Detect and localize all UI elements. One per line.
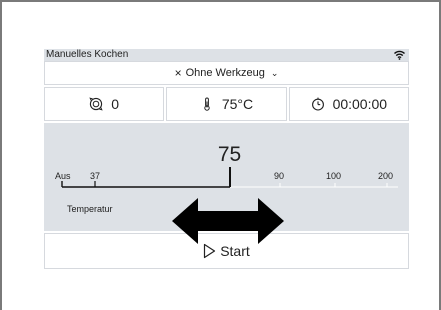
parameter-row: 0 75°C 00:00:00 [44, 87, 409, 121]
rotation-icon [89, 97, 103, 111]
tool-selector[interactable]: × Ohne Werkzeug ⌄ [44, 61, 409, 85]
timer-value: 00:00:00 [332, 96, 388, 112]
tick-label-aus: Aus [55, 171, 71, 181]
tick-label-200: 200 [378, 171, 394, 181]
close-icon: × [174, 66, 182, 80]
temperature-setting[interactable]: 75°C [166, 87, 287, 121]
tick-label-100: 100 [326, 171, 342, 181]
timer-setting[interactable]: 00:00:00 [288, 87, 409, 121]
chevron-down-icon: ⌄ [270, 68, 279, 78]
rotation-value: 0 [111, 96, 120, 112]
tick-label-37: 37 [90, 171, 101, 181]
thermometer-icon [204, 97, 210, 111]
status-bar: Manuelles Kochen [44, 49, 409, 61]
wifi-icon [394, 50, 405, 60]
timer-icon [311, 97, 324, 111]
program-title: Manuelles Kochen [46, 49, 129, 60]
tick-label-90: 90 [274, 171, 285, 181]
double-arrow-icon [172, 198, 284, 244]
tool-selector-label: Ohne Werkzeug [185, 67, 265, 79]
slider-label: Temperatur [67, 204, 113, 214]
rotation-setting[interactable]: 0 [44, 87, 165, 121]
temperature-value: 75°C [221, 96, 254, 112]
